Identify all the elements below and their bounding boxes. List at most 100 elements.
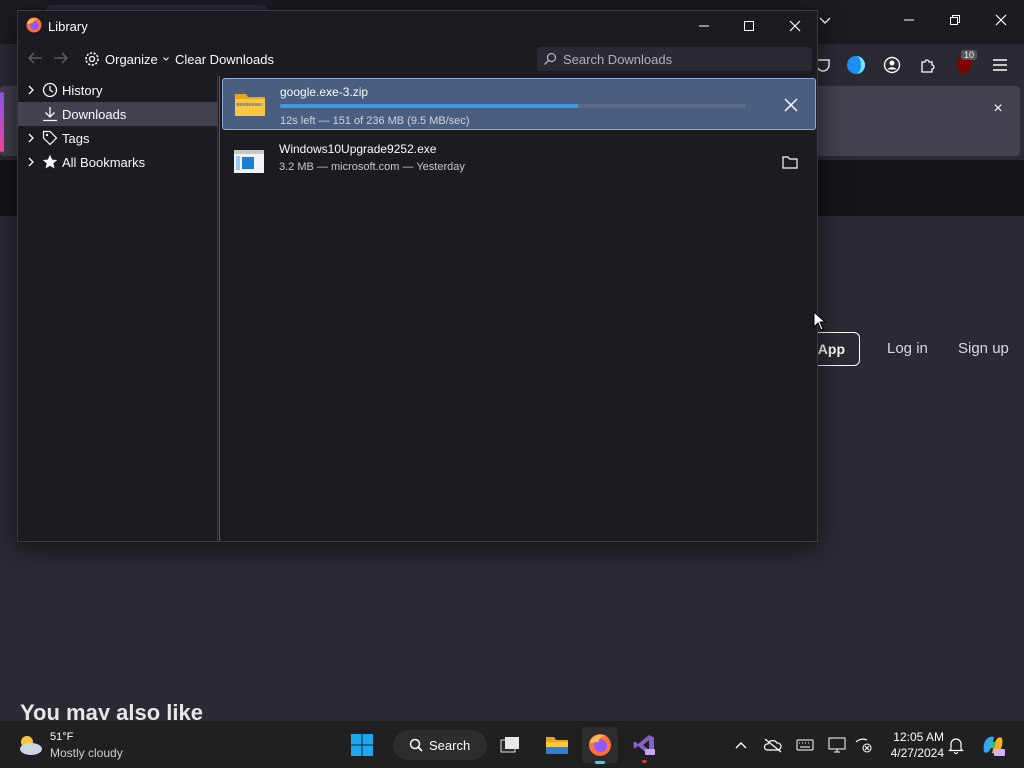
sidebar-item-label: Tags xyxy=(62,130,90,146)
menu-hamburger-icon[interactable] xyxy=(989,54,1011,76)
maximize-icon xyxy=(744,21,754,31)
monitor-icon xyxy=(828,737,846,753)
download-status: 12s left — 151 of 236 MB (9.5 MB/sec) xyxy=(280,115,470,127)
sidebar-item-label: History xyxy=(62,82,103,98)
search-icon xyxy=(544,52,557,65)
firefox-logo-icon xyxy=(589,734,611,756)
exe-file-icon xyxy=(234,150,264,173)
arrow-left-icon xyxy=(27,52,42,64)
display-tray-button[interactable] xyxy=(827,735,847,755)
onedrive-tray-button[interactable] xyxy=(763,735,783,755)
back-button[interactable] xyxy=(26,49,44,67)
weather-description[interactable]: Mostly cloudy xyxy=(50,746,123,760)
library-sidebar: History Downloads Tags All Bookmarks xyxy=(18,76,218,541)
browser-restore-button[interactable] xyxy=(940,10,970,32)
clear-downloads-button[interactable]: Clear Downloads xyxy=(175,52,274,67)
browser-close-button[interactable] xyxy=(986,10,1016,32)
cancel-download-button[interactable] xyxy=(779,93,803,117)
minimize-icon xyxy=(904,19,914,21)
mouse-cursor-icon xyxy=(813,311,827,331)
chevron-down-icon[interactable] xyxy=(818,14,832,28)
library-minimize-button[interactable] xyxy=(684,15,724,37)
search-downloads-box[interactable] xyxy=(537,47,812,71)
keyboard-tray-button[interactable] xyxy=(795,735,815,755)
bell-icon xyxy=(948,738,964,754)
library-window: Library Organize Clear Downloads Search … xyxy=(17,10,818,542)
visual-studio-button[interactable] xyxy=(626,727,662,763)
file-explorer-button[interactable] xyxy=(539,727,575,763)
start-button[interactable] xyxy=(344,727,380,763)
cloud-offline-icon xyxy=(763,738,782,753)
vpn-extension-icon[interactable] xyxy=(845,54,867,76)
copilot-icon xyxy=(983,736,1005,756)
chevron-right-icon xyxy=(28,133,34,143)
clock-time: 12:05 AM xyxy=(893,730,944,744)
download-filename: google.exe-3.zip xyxy=(280,85,369,99)
signup-link[interactable]: Sign up xyxy=(958,340,1009,357)
forward-button[interactable] xyxy=(52,49,70,67)
close-icon xyxy=(789,20,801,32)
library-title: Library xyxy=(48,19,88,34)
restore-icon xyxy=(950,15,960,25)
keyboard-icon xyxy=(796,739,814,751)
folder-icon xyxy=(546,737,568,754)
network-offline-icon xyxy=(855,738,872,753)
task-view-icon xyxy=(500,737,519,753)
login-link[interactable]: Log in xyxy=(887,340,928,357)
arrow-right-icon xyxy=(54,52,69,64)
download-item-windows-upgrade[interactable]: Windows10Upgrade9252.exe 3.2 MB — micros… xyxy=(222,136,816,188)
notifications-button[interactable] xyxy=(946,735,966,755)
library-close-button[interactable] xyxy=(775,15,815,37)
close-icon xyxy=(784,98,798,112)
sidebar-item-label: All Bookmarks xyxy=(62,154,146,170)
visual-studio-icon xyxy=(633,735,655,755)
sidebar-item-all-bookmarks[interactable]: All Bookmarks xyxy=(18,150,218,174)
sidebar-item-downloads[interactable]: Downloads xyxy=(18,102,218,126)
library-title-bar: Library xyxy=(18,11,817,41)
tag-icon xyxy=(42,130,58,146)
task-view-button[interactable] xyxy=(492,727,528,763)
chevron-right-icon xyxy=(28,85,34,95)
section-heading: You may also like xyxy=(20,700,204,720)
minimize-icon xyxy=(699,25,709,27)
organize-menu-button[interactable]: Organize xyxy=(84,48,169,70)
download-item-google-zip[interactable]: google.exe-3.zip 12s left — 151 of 236 M… xyxy=(222,78,816,130)
search-icon xyxy=(409,738,423,752)
clock-date: 4/27/2024 xyxy=(890,746,944,760)
weather-temperature[interactable]: 51°F xyxy=(50,731,73,743)
taskbar-search-button[interactable]: Search xyxy=(393,730,487,760)
close-icon xyxy=(995,14,1007,26)
taskbar-search-label: Search xyxy=(429,737,471,753)
ublock-extension-icon[interactable]: 10 xyxy=(953,50,978,76)
sidebar-item-history[interactable]: History xyxy=(18,78,218,102)
zip-folder-icon xyxy=(235,94,265,116)
open-folder-button[interactable] xyxy=(778,150,802,174)
clock-icon xyxy=(42,82,58,98)
show-hidden-icons-button[interactable] xyxy=(731,735,751,755)
gear-icon xyxy=(85,52,99,66)
organize-label: Organize xyxy=(105,51,158,67)
sidebar-item-label: Downloads xyxy=(62,106,127,122)
sidebar-item-tags[interactable]: Tags xyxy=(18,126,218,150)
downloads-list: google.exe-3.zip 12s left — 151 of 236 M… xyxy=(219,76,817,541)
download-progress-bar xyxy=(280,104,746,108)
extension-badge: 10 xyxy=(961,50,978,60)
library-maximize-button[interactable] xyxy=(729,15,769,37)
taskbar-clock[interactable]: 12:05 AM 4/27/2024 xyxy=(882,729,944,761)
windows-logo-icon xyxy=(351,734,373,756)
firefox-taskbar-button[interactable] xyxy=(582,727,618,764)
extensions-puzzle-icon[interactable] xyxy=(917,54,939,76)
copilot-button[interactable] xyxy=(980,732,1006,758)
windows-taskbar: 51°F Mostly cloudy Search 12:05 AM 4/27/… xyxy=(0,720,1024,768)
volume-network-tray-button[interactable] xyxy=(853,735,873,755)
search-downloads-input[interactable] xyxy=(563,51,803,67)
star-icon xyxy=(42,154,58,169)
account-icon[interactable] xyxy=(881,54,903,76)
download-filename: Windows10Upgrade9252.exe xyxy=(279,142,437,156)
chevron-down-icon xyxy=(162,57,169,61)
cloudy-weather-icon[interactable] xyxy=(16,733,44,757)
folder-icon xyxy=(782,156,798,169)
library-toolbar: Organize Clear Downloads xyxy=(18,43,817,75)
notification-close-button[interactable]: × xyxy=(988,100,1008,117)
browser-minimize-button[interactable] xyxy=(894,10,924,32)
